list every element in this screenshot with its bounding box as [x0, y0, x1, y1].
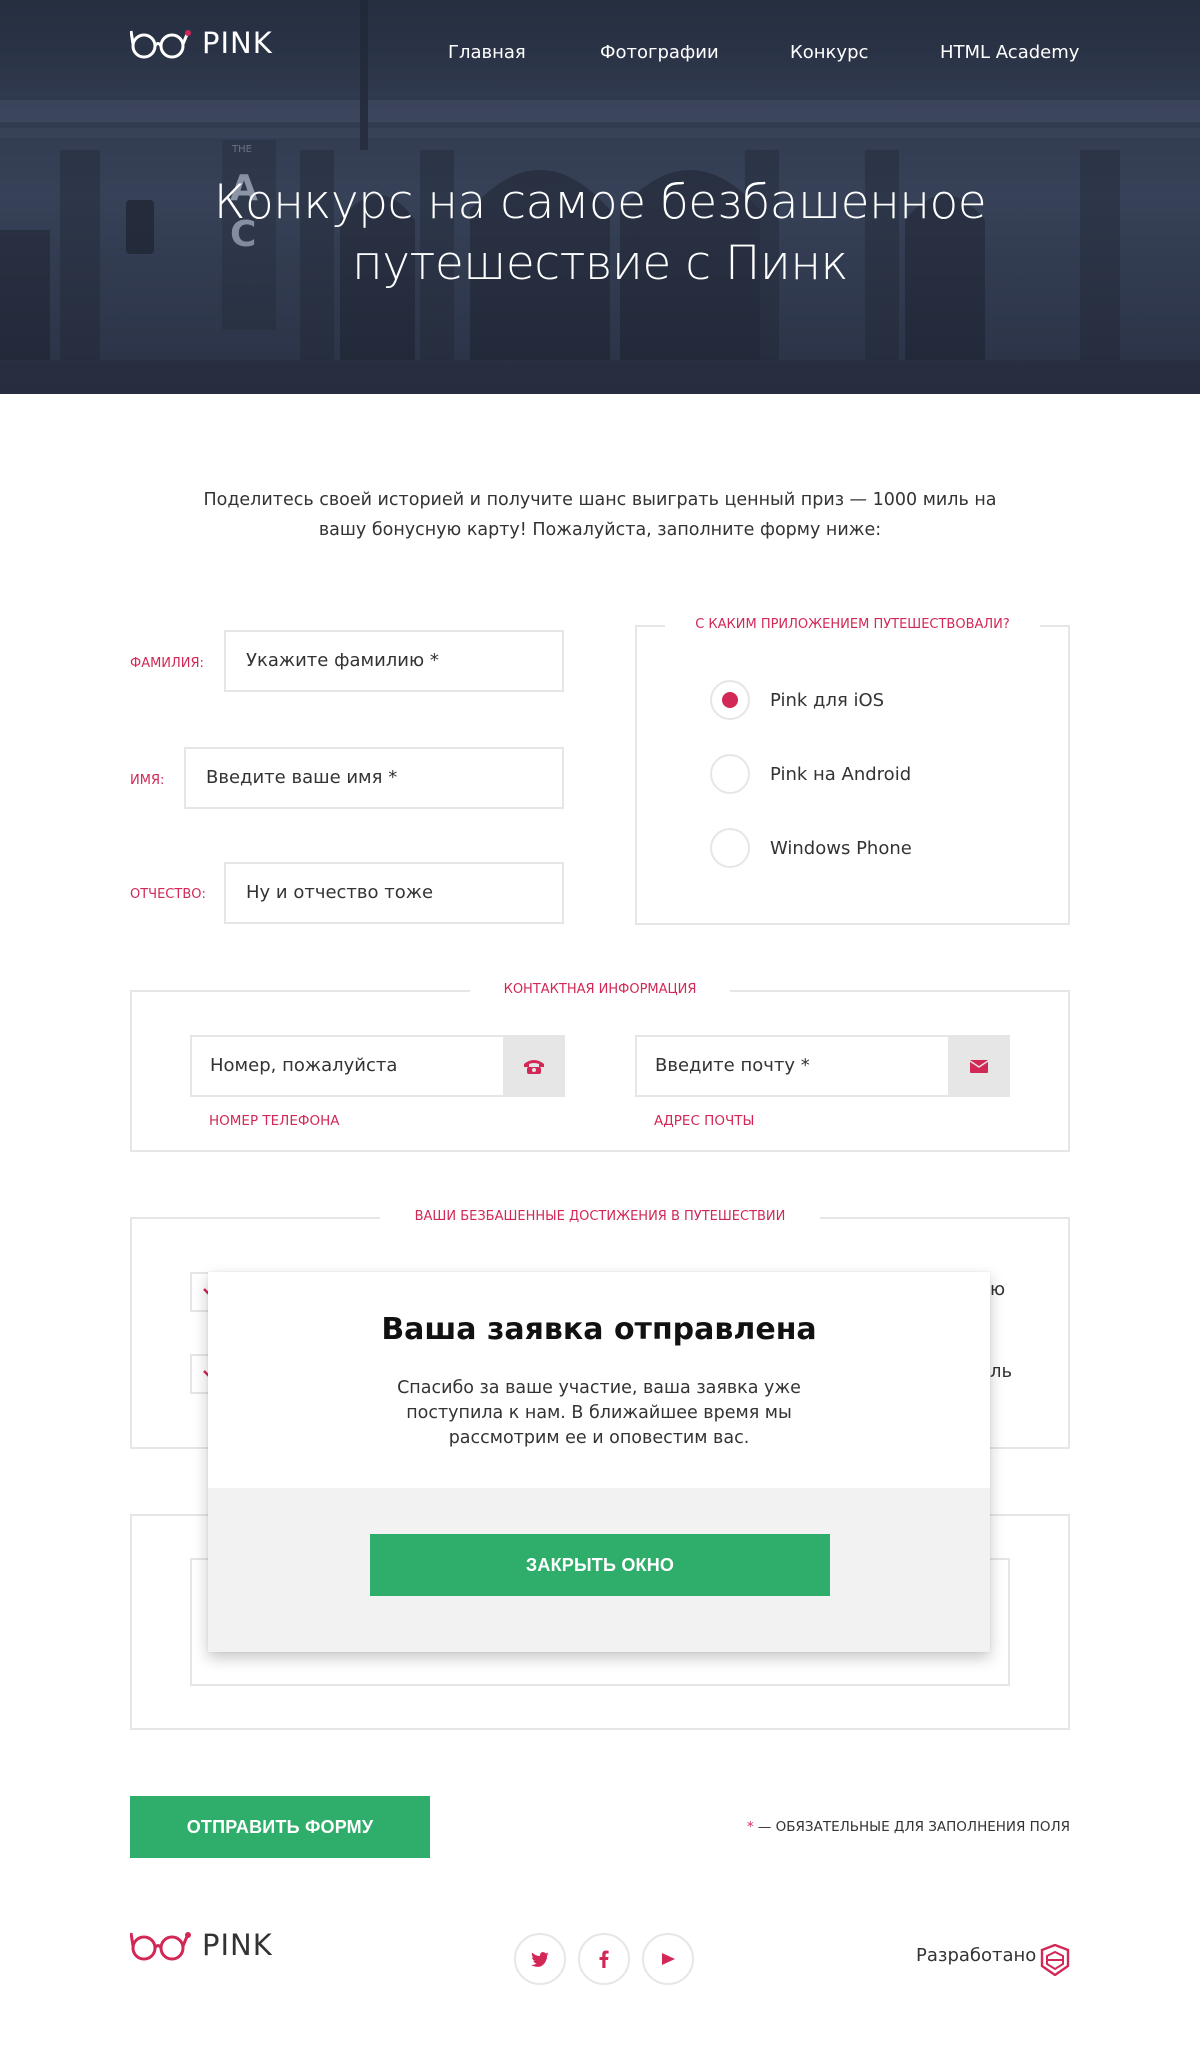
radio-ios[interactable]: Pink для iOS	[710, 680, 884, 720]
modal-text-line-2: поступила к нам. В ближайшее время мы	[406, 1403, 792, 1423]
modal-text: Спасибо за ваше участие, ваша заявка уже…	[388, 1376, 810, 1451]
modal-text-line-1: Спасибо за ваше участие, ваша заявка уже	[397, 1378, 801, 1398]
nav-link-home[interactable]: Главная	[448, 42, 526, 63]
footer-logo[interactable]: PINK	[130, 1928, 273, 1962]
mail-icon	[948, 1035, 1010, 1097]
youtube-link[interactable]	[642, 1933, 694, 1985]
radio-label-android: Pink на Android	[770, 763, 912, 785]
required-star: *	[746, 1819, 754, 1835]
intro-line-2: вашу бонусную карту! Пожалуйста, заполни…	[318, 520, 882, 540]
email-label: адрес почты	[654, 1113, 755, 1129]
radio-button[interactable]	[710, 828, 750, 868]
required-note-text: — обязательные для заполнения поля	[753, 1819, 1070, 1835]
surname-label: фамилия:	[130, 656, 204, 671]
logo-text: PINK	[202, 1928, 273, 1962]
email-field[interactable]: Введите почту *	[635, 1035, 1010, 1097]
hero-header: THE A C PINK Главная Фотографии Конкурс …	[0, 0, 1200, 394]
made-by-text: Разработано	[916, 1945, 1037, 1966]
htmlacademy-logo-icon[interactable]	[1040, 1944, 1070, 1976]
email-input[interactable]: Введите почту *	[635, 1035, 948, 1097]
nav-link-html-academy[interactable]: HTML Academy	[940, 42, 1079, 63]
phone-field[interactable]: Номер, пожалуйста	[190, 1035, 565, 1097]
intro-line-1: Поделитесь своей историей и получите шан…	[203, 490, 997, 510]
app-legend: С каким приложением путешествовали?	[665, 617, 1040, 632]
facebook-icon	[599, 1950, 609, 1968]
nav-link-contest[interactable]: Конкурс	[790, 42, 868, 63]
radio-windows-phone[interactable]: Windows Phone	[710, 828, 912, 868]
modal-title: Ваша заявка отправлена	[381, 1312, 817, 1347]
close-modal-button[interactable]: Закрыть окно	[370, 1534, 830, 1596]
name-input[interactable]: Введите ваше имя *	[184, 747, 564, 809]
radio-android[interactable]: Pink на Android	[710, 754, 911, 794]
required-fields-note: * — обязательные для заполнения поля	[747, 1819, 1070, 1835]
success-modal: Ваша заявка отправлена Спасибо за ваше у…	[208, 1272, 990, 1652]
phone-input[interactable]: Номер, пожалуйста	[190, 1035, 503, 1097]
radio-dot	[722, 692, 738, 708]
nav-link-photos[interactable]: Фотографии	[600, 42, 719, 63]
patronymic-label: отчество:	[130, 887, 206, 902]
achievement-label-partial: ль	[990, 1361, 1013, 1382]
modal-text-line-3: рассмотрим ее и оповестим вас.	[448, 1428, 750, 1448]
glasses-logo-icon	[130, 1932, 191, 1961]
radio-label-windows-phone: Windows Phone	[770, 837, 912, 859]
patronymic-input[interactable]: Ну и отчество тоже	[224, 862, 564, 924]
radio-button[interactable]	[710, 754, 750, 794]
achievements-legend: Ваши безбашенные достижения в путешестви…	[380, 1209, 820, 1224]
phone-label: номер телефона	[209, 1113, 340, 1129]
twitter-link[interactable]	[514, 1933, 566, 1985]
contact-legend: Контактная информация	[470, 982, 730, 997]
twitter-icon	[531, 1951, 549, 1967]
page-title-line-2: путешествие с Пинк	[352, 236, 848, 291]
radio-button-checked[interactable]	[710, 680, 750, 720]
surname-input[interactable]: Укажите фамилию *	[224, 630, 564, 692]
phone-icon	[503, 1035, 565, 1097]
page-title: Конкурс на самое безбашенное путешествие…	[150, 172, 1050, 294]
main-nav: Главная Фотографии Конкурс HTML Academy	[0, 42, 1200, 72]
radio-label-ios: Pink для iOS	[770, 689, 885, 711]
name-label: имя:	[130, 773, 165, 788]
page-title-line-1: Конкурс на самое безбашенное	[213, 175, 987, 230]
achievement-label-partial: ю	[990, 1279, 1006, 1300]
submit-form-button[interactable]: Отправить форму	[130, 1796, 430, 1858]
intro-text: Поделитесь своей историей и получите шан…	[200, 485, 1000, 545]
facebook-link[interactable]	[578, 1933, 630, 1985]
youtube-icon	[662, 1953, 675, 1965]
modal-footer: Закрыть окно	[208, 1488, 990, 1652]
